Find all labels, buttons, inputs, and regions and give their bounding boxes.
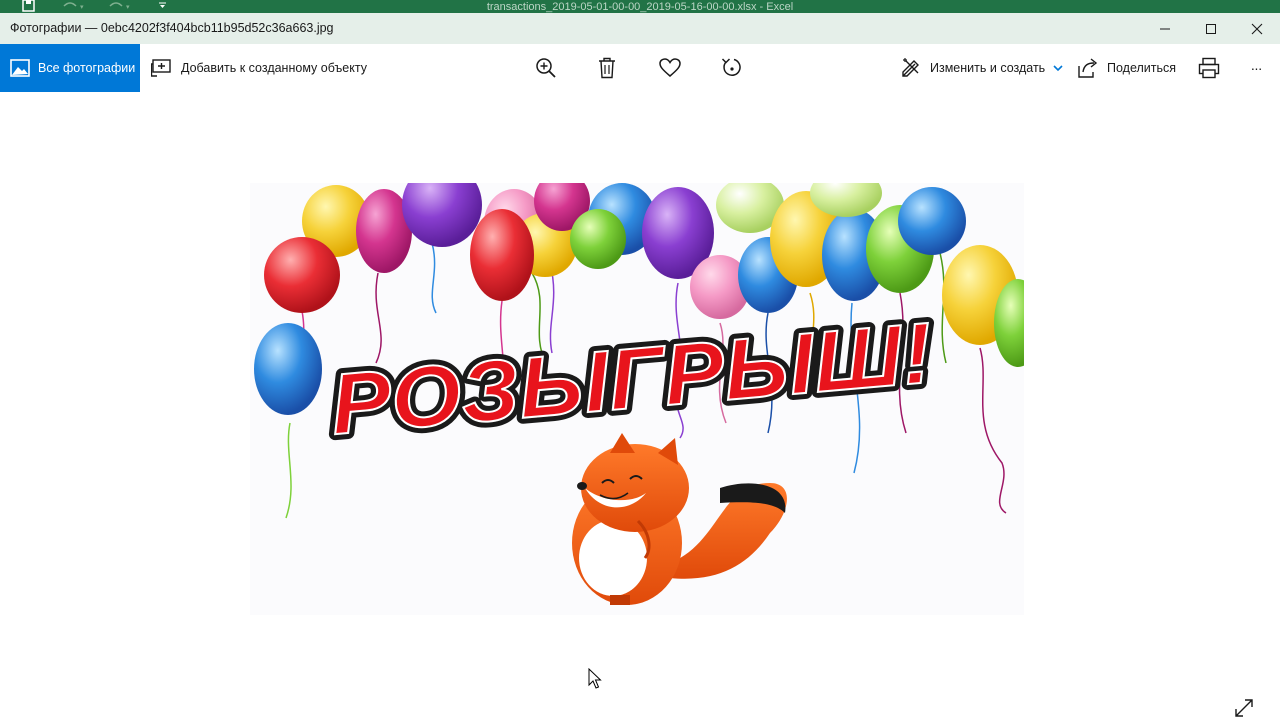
share-button[interactable]: Поделиться [1077,44,1176,92]
background-excel-window: ▾ ▾ transactions_2019-05-01-00-00_2019-0… [0,0,1280,13]
photo-gallery-icon [10,59,30,77]
rotate-icon [721,58,741,76]
printer-icon [1198,57,1220,79]
add-to-creation-label: Добавить к созданному объекту [181,61,367,75]
edit-create-button[interactable]: Изменить и создать [900,44,1065,92]
heart-icon [659,58,681,77]
chevron-down-icon [1053,65,1063,72]
add-to-creation-icon [151,59,171,77]
window-title: Фотографии — 0ebc4202f3f404bcb11b95d52c3… [10,21,334,35]
share-label: Поделиться [1107,61,1177,75]
minimize-icon [1160,28,1170,29]
zoom-button[interactable] [533,44,559,92]
expand-icon [1235,699,1253,717]
fox-illustration [572,433,787,605]
maximize-button[interactable] [1188,13,1234,44]
rotate-button[interactable] [719,44,745,92]
all-photos-label: Все фотографии [38,61,136,75]
giveaway-banner-text: РОЗЫГРЫШ! [327,304,936,453]
all-photos-button[interactable]: Все фотографии [0,44,140,92]
maximize-icon [1206,23,1216,34]
delete-button[interactable] [595,44,619,92]
share-icon [1078,58,1098,78]
mouse-cursor-icon [588,667,602,695]
window-title-bar: Фотографии — 0ebc4202f3f404bcb11b95d52c3… [0,13,1280,44]
close-button[interactable] [1234,13,1280,44]
edit-pencil-icon [902,58,919,77]
minimize-button[interactable] [1142,13,1188,44]
toolbar: Все фотографии Добавить к созданному объ… [0,44,1280,92]
excel-window-title: transactions_2019-05-01-00-00_2019-05-16… [486,1,794,13]
zoom-in-icon [536,58,556,78]
giveaway-picture: РОЗЫГРЫШ! РОЗЫГРЫШ! [254,183,1024,605]
photo-viewer-image[interactable]: РОЗЫГРЫШ! РОЗЫГРЫШ! [250,183,1024,615]
favorite-button[interactable] [657,44,683,92]
more-options-button[interactable]: ··· [1244,44,1268,92]
fullscreen-button[interactable] [1232,696,1256,720]
edit-create-label: Изменить и создать [930,61,1046,75]
close-icon [1251,23,1263,34]
print-button[interactable] [1196,44,1222,92]
trash-icon [599,57,615,79]
add-to-creation-button[interactable]: Добавить к созданному объекту [151,44,367,92]
